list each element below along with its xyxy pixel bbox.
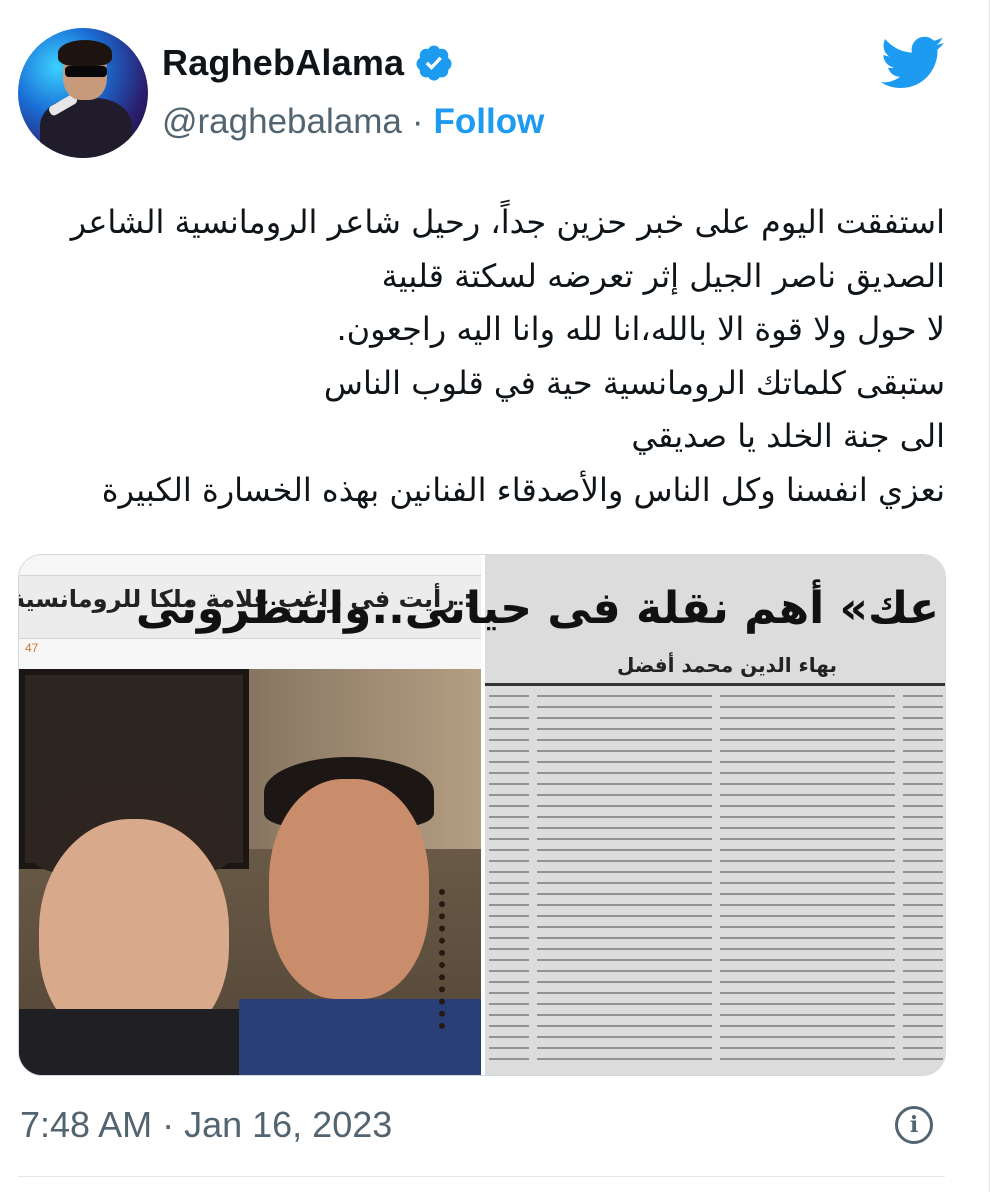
newspaper-rule	[485, 683, 945, 686]
tweet-card: RaghebAlama @raghebalama · Follow استفقت…	[0, 0, 990, 1192]
avatar-figure-hair	[58, 40, 112, 66]
author-display-name[interactable]: RaghebAlama	[162, 42, 404, 84]
avatar[interactable]	[18, 28, 148, 158]
newspaper-column	[720, 695, 895, 1065]
follow-button[interactable]: Follow	[434, 102, 545, 142]
tweet-text-line: الى جنة الخلد يا صديقي	[631, 417, 945, 455]
photo-person-right-face	[269, 779, 429, 999]
photo-necklace	[439, 889, 459, 1029]
tweet-text-line: استفقت اليوم على خبر حزين جداً، رحيل شاع…	[70, 203, 945, 241]
author-handle-row: @raghebalama · Follow	[162, 102, 544, 142]
twitter-bird-icon[interactable]	[881, 36, 945, 90]
tweet-text: استفقت اليوم على خبر حزين جداً، رحيل شاع…	[20, 196, 945, 517]
divider	[18, 1176, 945, 1177]
article-photo	[19, 669, 481, 1075]
avatar-sunglasses	[65, 66, 107, 77]
newspaper-column	[537, 695, 712, 1065]
tweet-timestamp[interactable]: 7:48 AM · Jan 16, 2023	[20, 1104, 392, 1146]
article-meta: 47	[25, 641, 39, 655]
newspaper-column	[489, 695, 529, 1065]
author-handle[interactable]: @raghebalama	[162, 102, 402, 142]
author-name-row: RaghebAlama	[162, 42, 454, 84]
verified-badge-icon	[416, 45, 452, 81]
tweet-text-line: ستبقى كلماتك الرومانسية حية في قلوب النا…	[323, 363, 945, 402]
tweet-text-line: نعزي انفسنا وكل الناس والأصدقاء الفنانين…	[101, 470, 945, 509]
media-grid: : رأيت فى راغب علامة ملكا للرومانسية 47 …	[18, 554, 946, 1076]
newspaper-columns	[489, 695, 943, 1065]
tweet-text-line: الصديق ناصر الجيل إثر تعرضه لسكتة قلبية	[381, 256, 945, 295]
newspaper-column	[903, 695, 943, 1065]
tweet-text-line: لا حول ولا قوة الا بالله،انا لله وانا ال…	[336, 310, 945, 348]
media-image-newspaper-clipping[interactable]: عك» أهم نقلة فى حياتى..وانتظرونى بهاء ال…	[136, 555, 945, 1075]
newspaper-headline: عك» أهم نقلة فى حياتى..وانتظرونى	[135, 583, 939, 634]
info-icon[interactable]: i	[895, 1106, 933, 1144]
newspaper-byline: بهاء الدين محمد أفضل	[616, 653, 837, 677]
handle-separator: ·	[411, 102, 424, 141]
photo-person-left-shirt	[19, 1009, 259, 1075]
